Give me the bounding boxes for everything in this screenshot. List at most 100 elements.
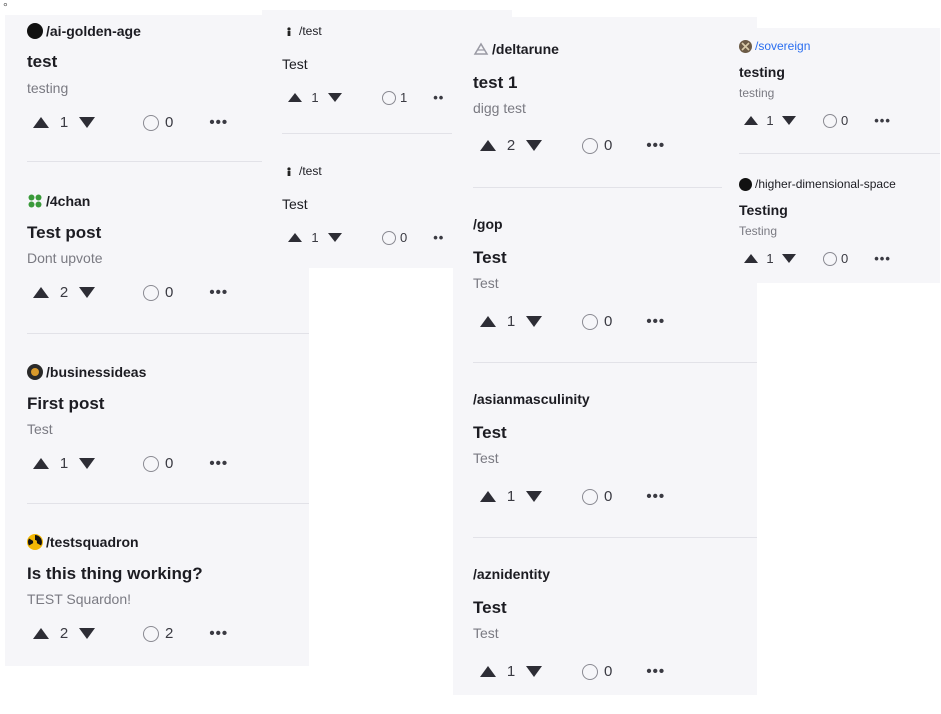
- comment-icon[interactable]: [582, 137, 598, 154]
- post-title[interactable]: Test: [282, 196, 308, 212]
- post-title[interactable]: Test: [473, 598, 507, 618]
- more-options-icon[interactable]: •••: [646, 137, 665, 154]
- community-link[interactable]: /test: [284, 24, 322, 38]
- downvote-icon[interactable]: [328, 233, 342, 242]
- post-divider: [27, 503, 309, 504]
- vote-count: 1: [59, 114, 69, 131]
- post-actions: 1 0 •••: [480, 313, 665, 330]
- community-link[interactable]: /testsquadron: [27, 534, 139, 550]
- upvote-icon[interactable]: [480, 140, 496, 151]
- community-name: /businessideas: [46, 364, 147, 380]
- comment-icon[interactable]: [382, 90, 396, 105]
- post-body: digg test: [473, 100, 526, 116]
- post-divider: [473, 537, 757, 538]
- post-title[interactable]: Testing: [739, 202, 788, 218]
- comment-icon[interactable]: [823, 113, 837, 128]
- comment-count: 0: [400, 230, 408, 245]
- community-link[interactable]: /test: [284, 164, 322, 178]
- comment-icon[interactable]: [823, 251, 837, 266]
- downvote-icon[interactable]: [526, 666, 542, 677]
- upvote-icon[interactable]: [744, 116, 758, 125]
- post-title[interactable]: Test: [473, 423, 507, 443]
- bulb-avatar-icon: [27, 364, 43, 380]
- community-name: /test: [299, 164, 322, 178]
- community-name: /aznidentity: [473, 566, 551, 582]
- upvote-icon[interactable]: [33, 458, 49, 469]
- comment-count: 0: [604, 663, 613, 680]
- upvote-icon[interactable]: [33, 287, 49, 298]
- comment-icon[interactable]: [582, 313, 598, 330]
- comment-icon[interactable]: [582, 663, 598, 680]
- downvote-icon[interactable]: [79, 287, 95, 298]
- community-name: /deltarune: [492, 41, 559, 57]
- upvote-icon[interactable]: [744, 254, 758, 263]
- upvote-icon[interactable]: [288, 233, 302, 242]
- downvote-icon[interactable]: [328, 93, 342, 102]
- post-title[interactable]: First post: [27, 394, 104, 414]
- comment-count: 0: [604, 313, 613, 330]
- more-options-icon[interactable]: •••: [646, 313, 665, 330]
- post-title[interactable]: Test: [282, 56, 308, 72]
- comment-icon[interactable]: [143, 455, 159, 472]
- vote-count: 2: [506, 137, 516, 154]
- more-options-icon[interactable]: •••: [209, 114, 228, 131]
- comment-count: 0: [604, 137, 613, 154]
- downvote-icon[interactable]: [79, 458, 95, 469]
- comment-icon[interactable]: [143, 625, 159, 642]
- vote-count: 1: [506, 663, 516, 680]
- post-title[interactable]: testing: [739, 64, 785, 80]
- more-options-icon[interactable]: •••: [209, 284, 228, 301]
- more-options-icon[interactable]: •••: [874, 251, 891, 266]
- comment-count: 0: [604, 488, 613, 505]
- upvote-icon[interactable]: [288, 93, 302, 102]
- comment-icon[interactable]: [143, 284, 159, 301]
- upvote-icon[interactable]: [480, 666, 496, 677]
- community-link[interactable]: /aznidentity: [473, 566, 550, 582]
- upvote-icon[interactable]: [480, 316, 496, 327]
- downvote-icon[interactable]: [526, 316, 542, 327]
- post-actions: 1 0 •••: [744, 113, 891, 128]
- vote-count: 1: [506, 488, 516, 505]
- community-link[interactable]: /asianmasculinity: [473, 391, 590, 407]
- comment-icon[interactable]: [382, 230, 396, 245]
- more-options-icon[interactable]: •••: [646, 663, 665, 680]
- post-title[interactable]: test: [27, 52, 57, 72]
- community-link[interactable]: /sovereign: [739, 39, 810, 53]
- post-body: Test: [27, 421, 53, 437]
- post-divider: [473, 362, 757, 363]
- more-options-icon[interactable]: ••: [433, 90, 444, 105]
- upvote-icon[interactable]: [480, 491, 496, 502]
- radiation-avatar-icon: [27, 534, 43, 550]
- post-title[interactable]: Test: [473, 248, 507, 268]
- downvote-icon[interactable]: [782, 116, 796, 125]
- post-title[interactable]: Test post: [27, 223, 101, 243]
- upvote-icon[interactable]: [33, 117, 49, 128]
- community-link[interactable]: /businessideas: [27, 364, 146, 380]
- downvote-icon[interactable]: [79, 117, 95, 128]
- community-link[interactable]: /ai-golden-age: [27, 23, 141, 39]
- more-options-icon[interactable]: ••: [433, 230, 444, 245]
- more-options-icon[interactable]: •••: [209, 455, 228, 472]
- more-options-icon[interactable]: •••: [646, 488, 665, 505]
- community-link[interactable]: /higher-dimensional-space: [739, 177, 896, 191]
- vote-count: 2: [59, 284, 69, 301]
- community-link[interactable]: /gop: [473, 216, 503, 232]
- downvote-icon[interactable]: [782, 254, 796, 263]
- comment-icon[interactable]: [143, 114, 159, 131]
- post-actions: 1 0 ••: [288, 230, 444, 245]
- comment-icon[interactable]: [582, 488, 598, 505]
- post-title[interactable]: Is this thing working?: [27, 564, 203, 584]
- downvote-icon[interactable]: [79, 628, 95, 639]
- downvote-icon[interactable]: [526, 491, 542, 502]
- post-title[interactable]: test 1: [473, 73, 517, 93]
- post-actions: 1 0 •••: [744, 251, 891, 266]
- upvote-icon[interactable]: [33, 628, 49, 639]
- post-body: Test: [473, 450, 499, 466]
- downvote-icon[interactable]: [526, 140, 542, 151]
- comment-count: 0: [165, 114, 174, 131]
- community-link[interactable]: /deltarune: [473, 41, 559, 57]
- community-link[interactable]: /4chan: [27, 193, 90, 209]
- more-options-icon[interactable]: •••: [209, 625, 228, 642]
- post-body: Test: [473, 625, 499, 641]
- more-options-icon[interactable]: •••: [874, 113, 891, 128]
